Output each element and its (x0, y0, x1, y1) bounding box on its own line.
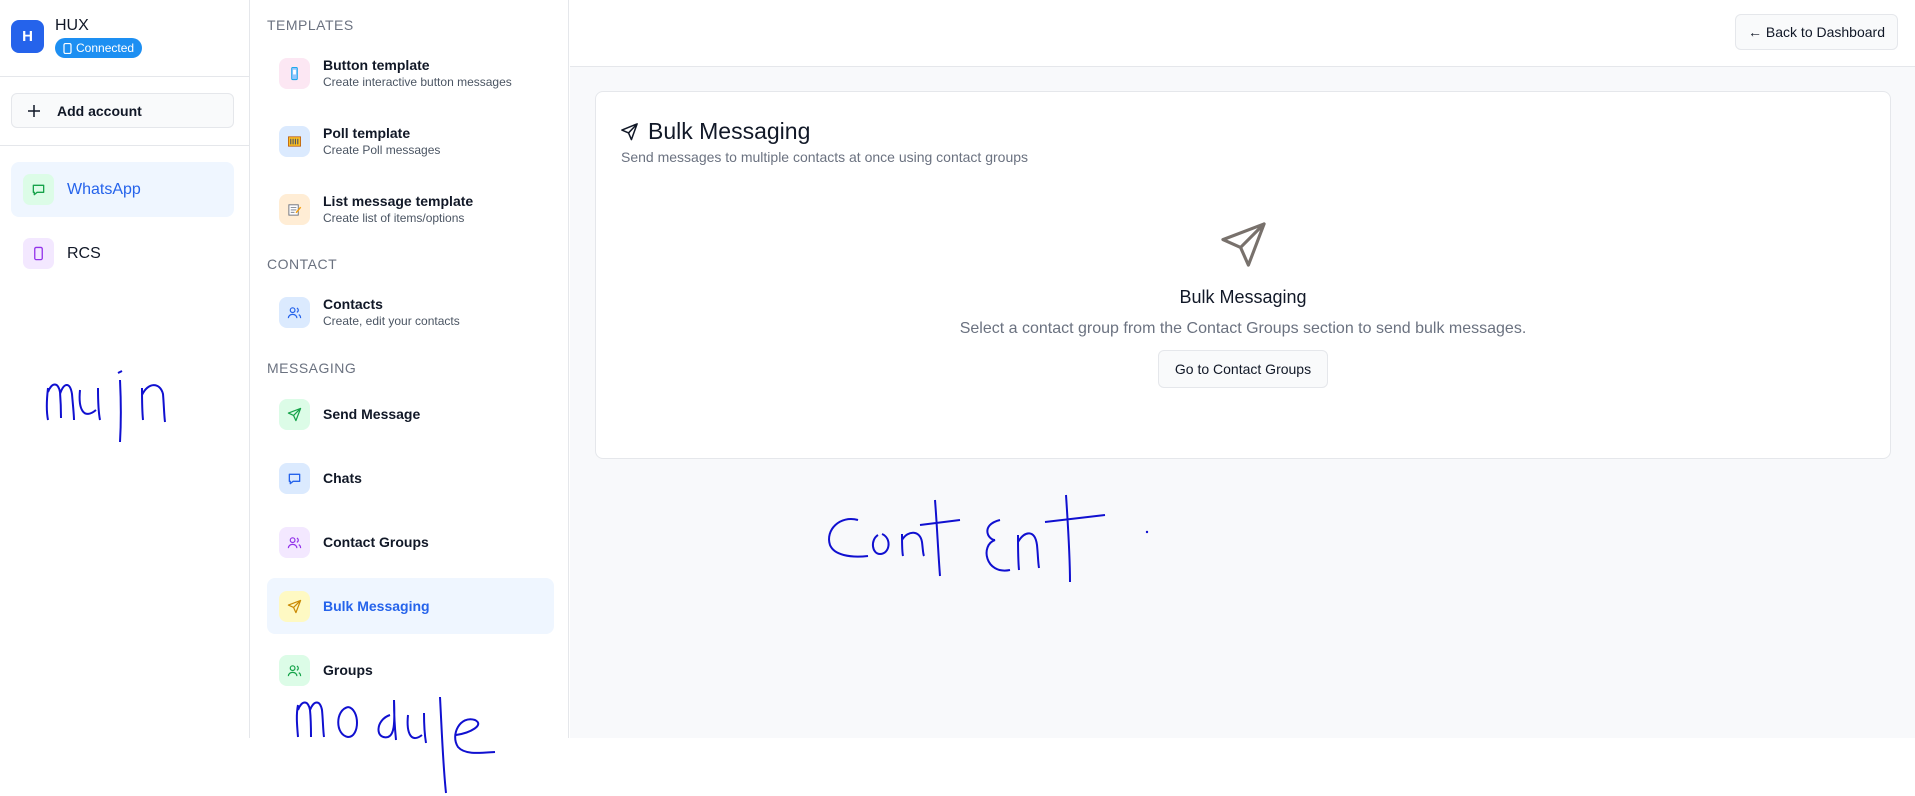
bulk-messaging-card: Bulk Messaging Send messages to multiple… (595, 91, 1891, 459)
menu-item-subtitle: Create interactive button messages (323, 74, 512, 89)
menu-item-title: Contacts (323, 295, 383, 312)
menu-item-chats[interactable]: Chats (267, 450, 554, 506)
menu-item-text: Contacts Create, edit your contacts (323, 296, 460, 329)
menu-item-text: Button template Create interactive butto… (323, 57, 512, 90)
section-title-templates: TEMPLATES (267, 17, 354, 33)
page-title: Bulk Messaging (620, 118, 810, 145)
account-header: H HUX Connected (0, 0, 249, 77)
module-column: TEMPLATES Button template Create interac… (251, 0, 569, 738)
menu-item-subtitle: Create list of items/options (323, 210, 465, 225)
go-to-contact-groups-button[interactable]: Go to Contact Groups (1157, 350, 1329, 388)
status-badge: Connected (55, 38, 143, 58)
send-icon (621, 123, 638, 141)
page-subtitle: Send messages to multiple contacts at on… (621, 149, 1029, 165)
section-title-messaging: MESSAGING (267, 360, 357, 376)
menu-item-button-template[interactable]: Button template Create interactive butto… (267, 45, 554, 101)
add-account-label: Add account (57, 102, 142, 119)
menu-item-groups[interactable]: Groups (267, 642, 554, 698)
menu-item-label: Contact Groups (323, 534, 429, 550)
send-icon (279, 398, 310, 430)
menu-item-contact-groups[interactable]: Contact Groups (267, 514, 554, 570)
channel-label: RCS (67, 244, 101, 262)
page-title-text: Bulk Messaging (648, 118, 811, 144)
send-icon (1220, 222, 1266, 267)
section-title-contact: CONTACT (267, 256, 338, 272)
menu-item-text: Poll template Create Poll messages (323, 125, 440, 158)
empty-state: Bulk Messaging Select a contact group fr… (596, 220, 1890, 388)
menu-item-poll-template[interactable]: Poll template Create Poll messages (267, 113, 554, 169)
channel-rcs[interactable]: RCS (11, 226, 234, 281)
users-icon (279, 654, 310, 686)
menu-item-label: Send Message (323, 406, 421, 422)
avatar[interactable]: H (11, 20, 44, 53)
menu-item-subtitle: Create, edit your contacts (323, 313, 460, 328)
menu-item-list-template[interactable]: List message template Create list of ite… (267, 181, 554, 237)
menu-item-text: List message template Create list of ite… (323, 193, 473, 226)
menu-item-subtitle: Create Poll messages (323, 142, 441, 157)
divider (0, 145, 250, 146)
users-icon (279, 296, 310, 328)
send-icon (279, 590, 310, 622)
phone-icon (23, 238, 54, 269)
menu-item-contacts[interactable]: Contacts Create, edit your contacts (267, 284, 554, 340)
memo-icon (279, 193, 310, 225)
menu-item-send-message[interactable]: Send Message (267, 386, 554, 442)
status-text: Connected (76, 41, 135, 55)
add-account-button[interactable]: Add account (11, 93, 234, 128)
channel-whatsapp[interactable]: WhatsApp (11, 162, 234, 217)
chat-bubble-icon (23, 174, 54, 205)
back-to-dashboard-button[interactable]: ← Back to Dashboard (1735, 14, 1898, 50)
poll-icon (279, 125, 310, 157)
menu-item-label: Bulk Messaging (323, 598, 430, 614)
empty-state-description: Select a contact group from the Contact … (959, 320, 1527, 337)
top-bar: ← Back to Dashboard (570, 0, 1915, 67)
chat-bubble-icon (279, 462, 310, 494)
menu-item-title: List message template (323, 192, 474, 209)
account-sidebar: H HUX Connected Add account WhatsApp RCS (0, 0, 250, 738)
menu-item-label: Chats (323, 470, 362, 486)
menu-item-label: Groups (323, 662, 373, 678)
users-icon (279, 526, 310, 558)
menu-item-title: Poll template (323, 124, 411, 141)
phone-button-icon (279, 57, 310, 89)
menu-item-bulk-messaging[interactable]: Bulk Messaging (267, 578, 554, 634)
phone-icon (63, 42, 72, 54)
account-name: HUX (55, 17, 89, 34)
plus-icon (28, 104, 40, 117)
menu-item-title: Button template (323, 56, 430, 73)
empty-state-title: Bulk Messaging (1179, 287, 1307, 307)
main-content: ← Back to Dashboard Bulk Messaging Send … (570, 0, 1915, 738)
channel-label: WhatsApp (67, 180, 141, 198)
account-info: HUX Connected (55, 17, 143, 59)
